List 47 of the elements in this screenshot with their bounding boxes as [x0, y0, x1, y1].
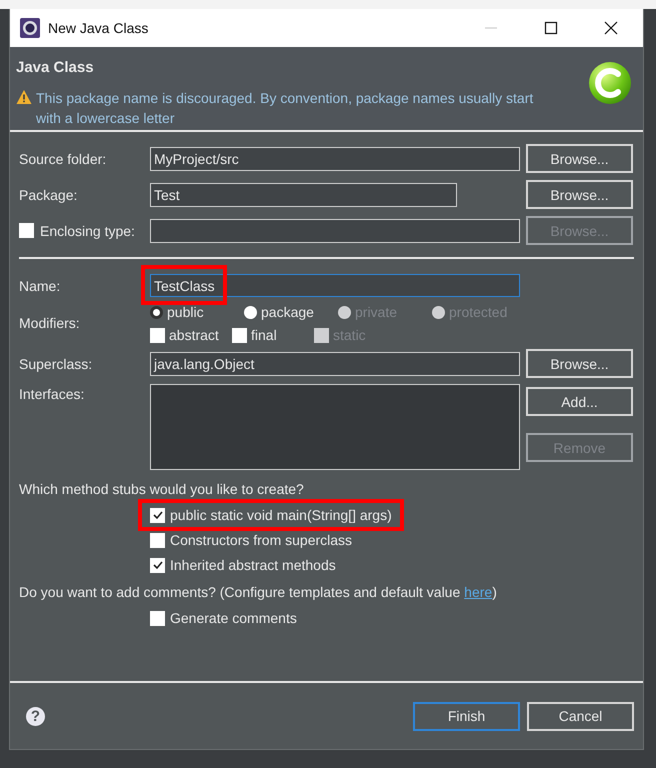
maximize-icon[interactable]: [544, 21, 558, 35]
field-label: Source folder:: [19, 150, 106, 166]
cancel-button[interactable]: Cancel: [527, 702, 634, 730]
superclass-field[interactable]: java.lang.Object: [150, 352, 520, 376]
add-button[interactable]: Add...: [526, 387, 633, 416]
radio-button[interactable]: [244, 306, 257, 318]
field-label: Superclass:: [19, 356, 92, 372]
question-text: Which method stubs would you like to create?: [19, 481, 305, 497]
checkbox[interactable]: [150, 328, 165, 342]
text-field[interactable]: Test: [150, 182, 457, 206]
question-text: ): [492, 584, 497, 600]
option-label: public static void main(String[] args): [170, 507, 392, 523]
checkbox[interactable]: [232, 328, 247, 342]
field-label: Package:: [19, 186, 78, 202]
close-icon[interactable]: [604, 21, 618, 35]
warning-icon: [16, 89, 32, 105]
browse-button[interactable]: Browse...: [526, 349, 633, 378]
browse-button[interactable]: Browse...: [526, 144, 633, 173]
interfaces-list[interactable]: [150, 384, 520, 470]
option-label: package: [261, 304, 314, 320]
checkbox[interactable]: [150, 610, 165, 626]
window-title: New Java Class: [48, 20, 148, 36]
text-field[interactable]: MyProject/src: [150, 146, 520, 170]
checkbox[interactable]: [150, 558, 165, 572]
radio-button[interactable]: [150, 306, 163, 318]
browse-button[interactable]: Browse...: [526, 180, 633, 209]
name-field[interactable]: TestClass: [150, 274, 520, 297]
option-label: Constructors from superclass: [170, 532, 352, 548]
option-label: Inherited abstract methods: [170, 557, 336, 573]
app-icon: [20, 18, 40, 38]
checkbox[interactable]: [150, 532, 165, 548]
page-title: Java Class: [16, 59, 95, 76]
field-label: Modifiers:: [19, 315, 80, 331]
field-label: Interfaces:: [19, 386, 84, 402]
question-text: Do you want to add comments? (Configure templates and default value: [19, 584, 462, 600]
option-label: public: [167, 304, 204, 320]
finish-button[interactable]: Finish: [413, 702, 520, 730]
text-field[interactable]: [150, 218, 520, 242]
warning-message: This package name is discouraged. By convention, package names usually start with a lowercase letter: [36, 89, 534, 128]
checkbox[interactable]: [150, 508, 165, 522]
field-label: Name:: [19, 278, 60, 294]
option-label: abstract: [169, 327, 219, 343]
field-label: Enclosing type:: [40, 222, 135, 238]
option-label: Generate comments: [170, 610, 297, 626]
option-label: final: [251, 327, 277, 343]
checkbox[interactable]: [19, 223, 34, 238]
help-button[interactable]: ?: [26, 706, 45, 726]
